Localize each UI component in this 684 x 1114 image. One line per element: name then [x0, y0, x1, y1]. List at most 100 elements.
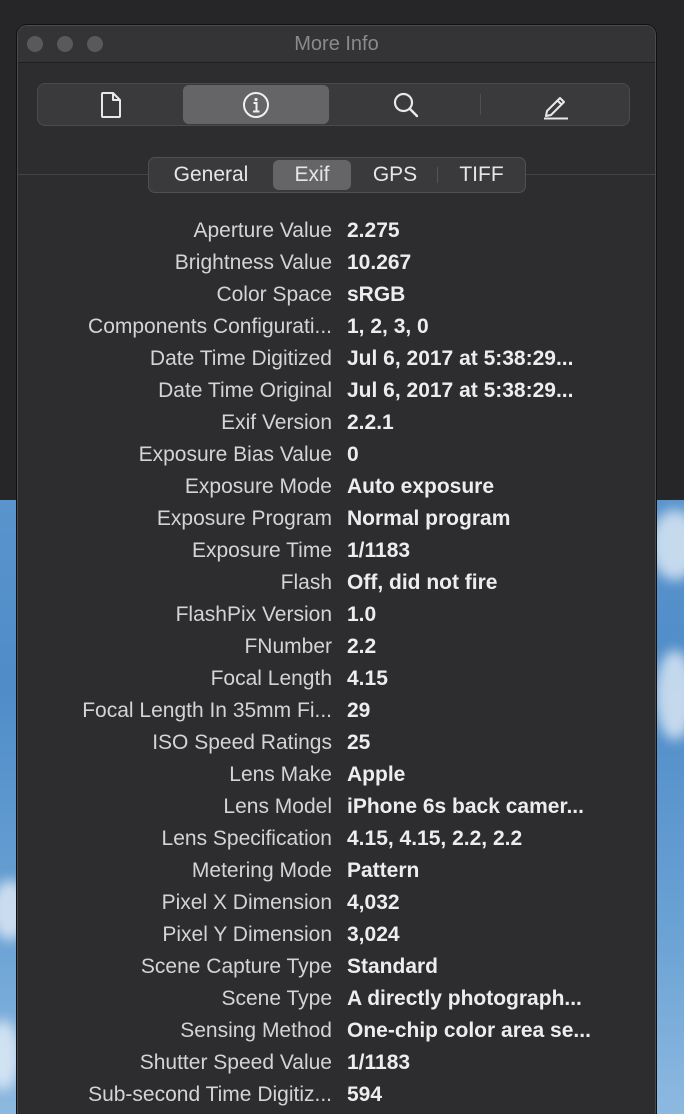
exif-row: Exposure Mode Auto exposure	[18, 471, 655, 503]
exif-value[interactable]: Off, did not fire	[347, 567, 647, 599]
exif-value[interactable]: Standard	[347, 951, 647, 983]
tab-general[interactable]: General	[149, 158, 273, 192]
exif-value[interactable]: Auto exposure	[347, 471, 647, 503]
exif-row: Sub-second Time Digitiz... 594	[18, 1079, 655, 1111]
exif-row: Color Space sRGB	[18, 279, 655, 311]
exif-row: Pixel X Dimension 4,032	[18, 887, 655, 919]
exif-row: Sensing Method One-chip color area se...	[18, 1015, 655, 1047]
exif-value[interactable]: 10.267	[347, 247, 647, 279]
exif-label: Pixel Y Dimension	[162, 923, 332, 946]
exif-label: Lens Specification	[161, 827, 332, 850]
exif-value[interactable]: 2.2	[347, 631, 647, 663]
exif-row: ISO Speed Ratings 25	[18, 727, 655, 759]
exif-label: Sensing Method	[180, 1019, 332, 1042]
exif-row: Scene Capture Type Standard	[18, 951, 655, 983]
exif-value[interactable]: 25	[347, 727, 647, 759]
exif-value[interactable]: A directly photograph...	[347, 983, 647, 1015]
exif-label: Exposure Program	[156, 507, 332, 530]
exif-row: FNumber 2.2	[18, 631, 655, 663]
exif-value[interactable]: 1, 2, 3, 0	[347, 311, 647, 343]
exif-value[interactable]: Apple	[347, 759, 647, 791]
window-title: More Info	[294, 33, 379, 55]
exif-value[interactable]: 3,024	[347, 919, 647, 951]
exif-label: Sub-second Time Digitiz...	[88, 1083, 332, 1106]
exif-row: Exif Version 2.2.1	[18, 407, 655, 439]
exif-row: Lens Make Apple	[18, 759, 655, 791]
exif-label: Exposure Time	[191, 539, 332, 562]
exif-row: Metering Mode Pattern	[18, 855, 655, 887]
exif-value[interactable]: 29	[347, 695, 647, 727]
exif-value[interactable]: Jul 6, 2017 at 5:38:29...	[347, 343, 647, 375]
exif-row: Lens Specification 4.15, 4.15, 2.2, 2.2	[18, 823, 655, 855]
exif-row: Date Time Original Jul 6, 2017 at 5:38:29…	[18, 375, 655, 407]
info-button[interactable]	[183, 85, 329, 124]
pencil-icon	[543, 96, 568, 119]
exif-list: Aperture Value 2.275 Brightness Value 10.26…	[18, 215, 655, 1111]
cloud	[655, 650, 684, 740]
exif-label: Exposure Mode	[184, 475, 332, 498]
exif-label: Shutter Speed Value	[139, 1051, 332, 1074]
exif-label: Brightness Value	[174, 251, 332, 274]
document-icon	[100, 91, 121, 118]
exif-row: Shutter Speed Value 1/1183	[18, 1047, 655, 1079]
exif-value[interactable]: 1.0	[347, 599, 647, 631]
search-icon	[393, 92, 418, 117]
inspector-toolbar	[37, 83, 630, 126]
exif-value[interactable]: Pattern	[347, 855, 647, 887]
exif-label: Date Time Original	[158, 379, 332, 402]
exif-label: Exposure Bias Value	[138, 443, 332, 466]
exif-value[interactable]: Jul 6, 2017 at 5:38:29...	[347, 375, 647, 407]
exif-value[interactable]: Normal program	[347, 503, 647, 535]
exif-label: FNumber	[244, 635, 332, 658]
exif-row: Lens Model iPhone 6s back camer...	[18, 791, 655, 823]
exif-value[interactable]: 4.15	[347, 663, 647, 695]
exif-row: Aperture Value 2.275	[18, 215, 655, 247]
exif-value[interactable]: 2.275	[347, 215, 647, 247]
exif-row: Focal Length 4.15	[18, 663, 655, 695]
exif-label: Pixel X Dimension	[161, 891, 332, 914]
exif-row: Brightness Value 10.267	[18, 247, 655, 279]
info-icon	[243, 91, 269, 118]
exif-label: ISO Speed Ratings	[152, 731, 332, 754]
exif-label: Color Space	[216, 283, 332, 306]
exif-row: Exposure Time 1/1183	[18, 535, 655, 567]
toolbar-separator	[480, 94, 481, 115]
exif-value[interactable]: 4.15, 4.15, 2.2, 2.2	[347, 823, 647, 855]
exif-row: Date Time Digitized Jul 6, 2017 at 5:38:2…	[18, 343, 655, 375]
exif-row: Components Configurati... 1, 2, 3, 0	[18, 311, 655, 343]
exif-value[interactable]: 594	[347, 1079, 647, 1111]
exif-row: FlashPix Version 1.0	[18, 599, 655, 631]
exif-value[interactable]: 1/1183	[347, 1047, 647, 1079]
exif-label: Scene Capture Type	[140, 955, 332, 978]
tab-tiff[interactable]: TIFF	[438, 158, 525, 192]
exif-label: Focal Length In 35mm Fi...	[82, 699, 332, 722]
exif-label: Date Time Digitized	[149, 347, 332, 370]
exif-row: Focal Length In 35mm Fi... 29	[18, 695, 655, 727]
title-bar[interactable]: More Info	[18, 26, 655, 63]
exif-row: Exposure Bias Value 0	[18, 439, 655, 471]
exif-label: Metering Mode	[191, 859, 332, 882]
exif-value[interactable]: iPhone 6s back camer...	[347, 791, 647, 823]
exif-row: Flash Off, did not fire	[18, 567, 655, 599]
exif-row: Exposure Program Normal program	[18, 503, 655, 535]
exif-row: Pixel Y Dimension 3,024	[18, 919, 655, 951]
tab-gps[interactable]: GPS	[353, 158, 437, 192]
exif-value[interactable]: One-chip color area se...	[347, 1015, 647, 1047]
exif-value[interactable]: 1/1183	[347, 535, 647, 567]
exif-label: Lens Model	[223, 795, 332, 818]
exif-label: Exif Version	[221, 411, 332, 434]
exif-value[interactable]: 2.2.1	[347, 407, 647, 439]
tab-exif[interactable]: Exif	[273, 160, 351, 190]
exif-value[interactable]: sRGB	[347, 279, 647, 311]
exif-label: Aperture Value	[193, 219, 332, 242]
exif-value[interactable]: 4,032	[347, 887, 647, 919]
general-info-button[interactable]	[38, 84, 183, 125]
exif-label: Components Configurati...	[88, 315, 332, 338]
exif-label: Lens Make	[229, 763, 332, 786]
exif-label: Flash	[280, 571, 332, 594]
annotations-button[interactable]	[482, 84, 629, 125]
exif-value[interactable]: 0	[347, 439, 647, 471]
exif-label: FlashPix Version	[175, 603, 332, 626]
exif-label: Focal Length	[210, 667, 332, 690]
keywords-button[interactable]	[333, 84, 478, 125]
